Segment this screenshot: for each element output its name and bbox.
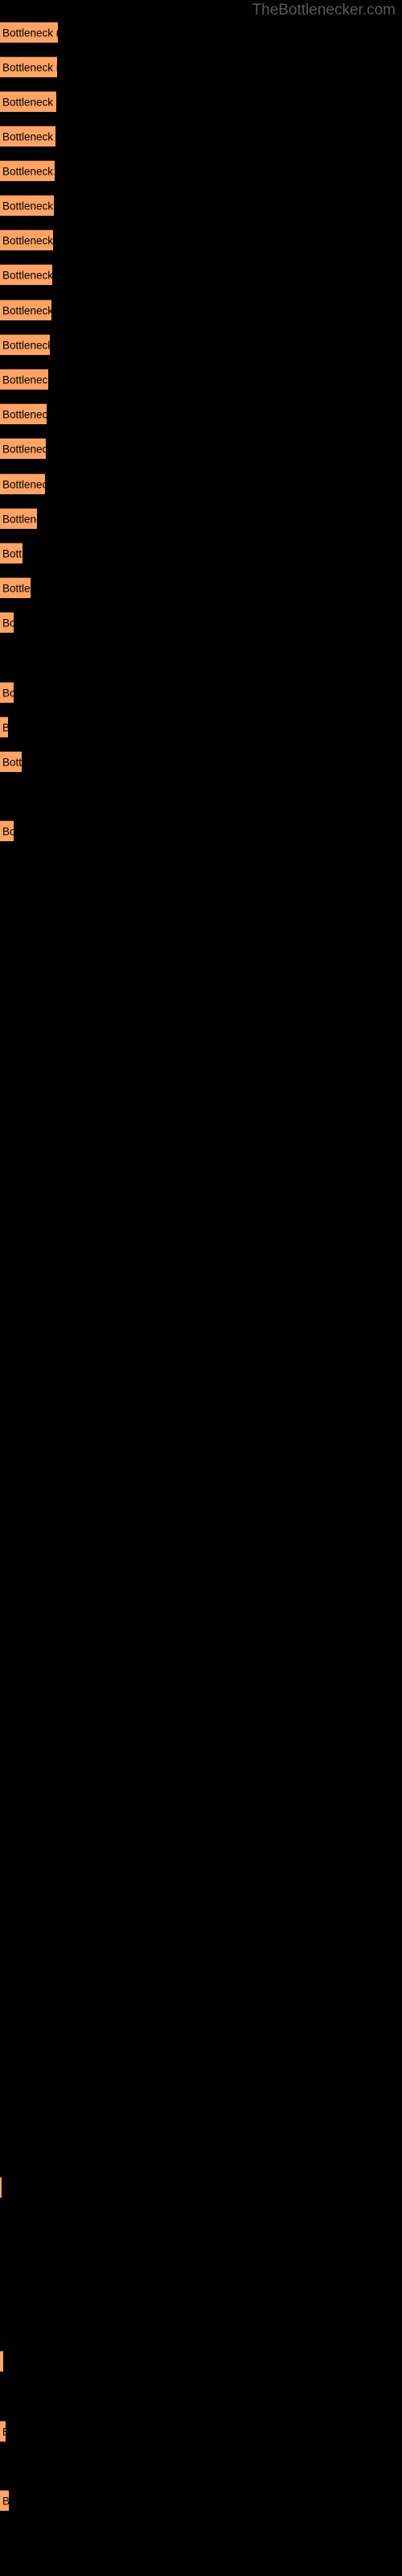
- bar[interactable]: Bottleneck result: [0, 682, 14, 703]
- bar[interactable]: Bottleneck result: [0, 91, 56, 112]
- bar-label: Bottleneck result: [2, 581, 31, 594]
- bar-label: Bottleneck result: [2, 130, 55, 142]
- bar[interactable]: Bottleneck result: [0, 543, 23, 564]
- bar-label: Bottleneck result: [2, 268, 52, 281]
- bar-label: Bottleneck result: [2, 26, 58, 39]
- bar-label: Bottleneck result: [2, 512, 37, 525]
- bar[interactable]: Bottleneck result: [0, 2177, 2, 2198]
- bar[interactable]: Bottleneck result: [0, 229, 53, 250]
- bar[interactable]: Bottleneck result: [0, 473, 45, 494]
- bar-label: Bottleneck result: [2, 547, 23, 559]
- bar[interactable]: Bottleneck result: [0, 126, 55, 147]
- bar[interactable]: Bottleneck result: [0, 369, 48, 390]
- bar[interactable]: Bottleneck result: [0, 612, 14, 633]
- bar-label: Bottleneck result: [2, 338, 50, 351]
- bar-label: Bottleneck result: [2, 60, 57, 73]
- bar[interactable]: Bottleneck result: [0, 508, 37, 529]
- bar[interactable]: Bottleneck result: [0, 56, 57, 77]
- bar-label: Bottleneck result: [2, 164, 55, 177]
- bar-label: Bottleneck result: [2, 373, 48, 386]
- bar-label: Bottleneck result: [2, 303, 51, 316]
- bar[interactable]: Bottleneck result: [0, 577, 31, 598]
- bar[interactable]: Bottleneck result: [0, 403, 47, 424]
- bar[interactable]: Bottleneck result: [0, 160, 55, 181]
- bar-label: Bottleneck result: [2, 722, 8, 733]
- bar[interactable]: Bottleneck result: [0, 2490, 9, 2511]
- bar[interactable]: Bottleneck result: [0, 716, 8, 737]
- bar[interactable]: Bottleneck result: [0, 2351, 3, 2372]
- bar-label: Bottleneck result: [2, 686, 14, 699]
- bottleneck-bar-chart: Bottleneck result Bottleneck result Bottle…: [0, 0, 402, 2576]
- bar-label: Bottleneck result: [2, 477, 45, 490]
- bar-label: Bottleneck result: [2, 616, 14, 629]
- bar[interactable]: Bottleneck result: [0, 299, 51, 320]
- bar-label: Bottleneck result: [2, 442, 46, 455]
- bar[interactable]: Bottleneck result: [0, 264, 52, 285]
- bar-label: Bottleneck result: [2, 95, 56, 108]
- bar-label: Bottleneck result: [2, 2426, 6, 2438]
- bar-label: Bottleneck result: [2, 824, 14, 837]
- bar-label: Bottleneck result: [2, 407, 47, 420]
- site-watermark: TheBottlenecker.com: [252, 2, 396, 19]
- bar[interactable]: Bottleneck result: [0, 2421, 6, 2442]
- bar[interactable]: Bottleneck result: [0, 22, 58, 43]
- bar-label: Bottleneck result: [2, 233, 53, 246]
- bar-label: Bottleneck result: [2, 755, 22, 768]
- bar[interactable]: Bottleneck result: [0, 334, 50, 355]
- bar[interactable]: Bottleneck result: [0, 751, 22, 772]
- bar[interactable]: Bottleneck result: [0, 195, 54, 216]
- bar-label: Bottleneck result: [2, 2356, 3, 2368]
- bar-label: Bottleneck result: [2, 2496, 9, 2507]
- bar[interactable]: Bottleneck result: [0, 820, 14, 841]
- bar-label: Bottleneck result: [2, 199, 54, 212]
- bar[interactable]: Bottleneck result: [0, 438, 46, 459]
